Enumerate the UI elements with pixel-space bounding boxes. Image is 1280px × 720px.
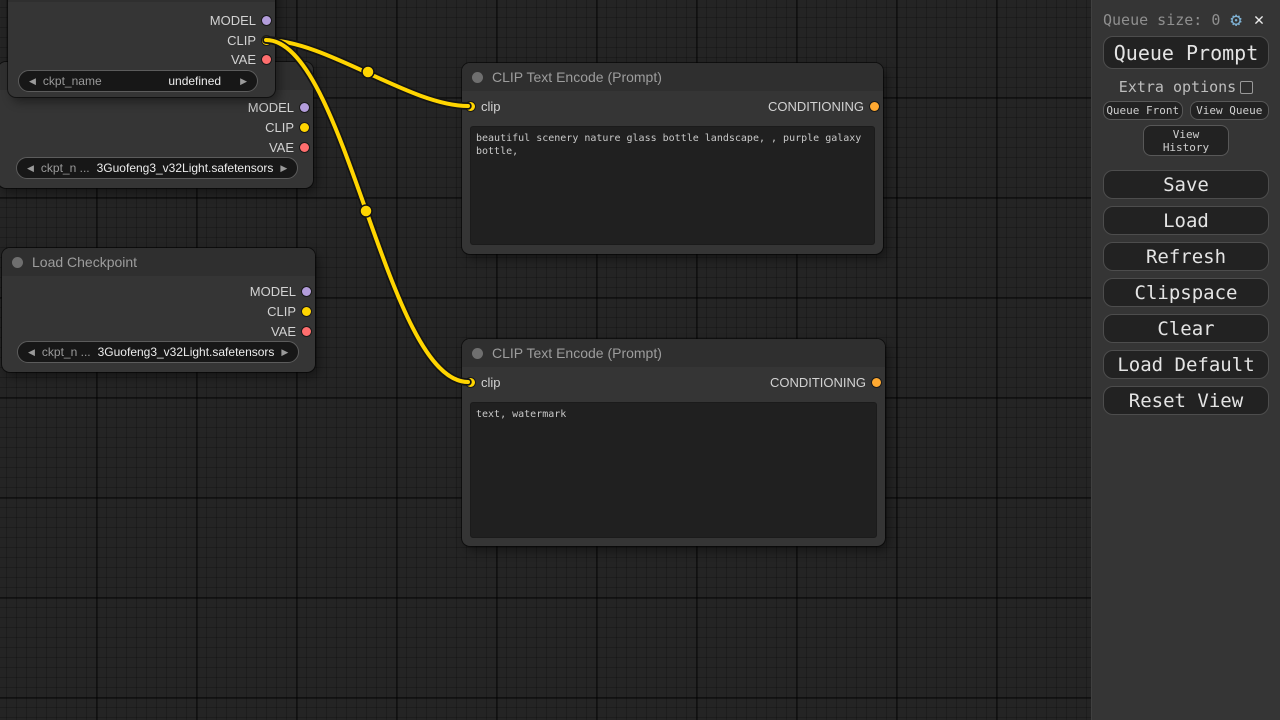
model-slot-dot[interactable]	[300, 103, 309, 112]
slot-label: CLIP	[267, 304, 296, 319]
node-title-bar[interactable]: Load Checkpoint	[2, 248, 315, 276]
reset-view-button[interactable]: Reset View	[1103, 386, 1269, 415]
comfy-menu-panel: Queue size: 0 ⚙ ✕ Queue Prompt Extra opt…	[1091, 0, 1280, 720]
node-collapse-dot[interactable]	[472, 72, 483, 83]
widget-label: ckpt_name	[43, 74, 102, 88]
link-midpoint-dot	[360, 205, 372, 217]
positive-prompt-textarea[interactable]: beautiful scenery nature glass bottle la…	[470, 126, 875, 245]
widget-value: undefined	[109, 74, 233, 88]
save-button[interactable]: Save	[1103, 170, 1269, 199]
queue-front-button[interactable]: Queue Front	[1103, 101, 1183, 120]
clip-slot-dot[interactable]	[262, 36, 271, 45]
output-slot-clip[interactable]: CLIP	[265, 117, 309, 137]
output-slot-conditioning[interactable]: CONDITIONING	[770, 372, 881, 392]
node-clip-text-encode-negative[interactable]: CLIP Text Encode (Prompt) clip CONDITION…	[462, 339, 885, 546]
widget-label: ckpt_n ...	[42, 345, 91, 359]
slot-label: VAE	[271, 324, 296, 339]
vae-slot-dot[interactable]	[302, 327, 311, 336]
combo-right-arrow-icon[interactable]: ▶	[281, 348, 288, 357]
slot-label: CLIP	[227, 33, 256, 48]
comfyui-window: MODEL CLIP VAE ◀ ckpt_n ... 3Guofeng3_v3…	[0, 0, 1280, 720]
ckpt-name-combo-widget[interactable]: ◀ ckpt_name undefined ▶	[18, 70, 258, 92]
combo-left-arrow-icon[interactable]: ◀	[28, 348, 35, 357]
model-slot-dot[interactable]	[262, 16, 271, 25]
extra-options-label: Extra options	[1119, 78, 1236, 96]
output-slot-model[interactable]: MODEL	[248, 97, 309, 117]
view-history-line2: History	[1163, 141, 1209, 154]
slot-label: VAE	[269, 140, 294, 155]
node-graph-canvas[interactable]: MODEL CLIP VAE ◀ ckpt_n ... 3Guofeng3_v3…	[0, 0, 1091, 720]
node-collapse-dot[interactable]	[472, 348, 483, 359]
clip-slot-dot[interactable]	[302, 307, 311, 316]
node-load-checkpoint[interactable]: Load Checkpoint MODEL CLIP VAE ◀ ckpt_n	[2, 248, 315, 372]
queue-prompt-button[interactable]: Queue Prompt	[1103, 36, 1269, 69]
refresh-button[interactable]: Refresh	[1103, 242, 1269, 271]
slot-label: CONDITIONING	[768, 99, 864, 114]
node-checkpoint-loader-top[interactable]: MODEL CLIP VAE ◀ ckpt_name undefined ▶	[8, 0, 275, 97]
slot-label: MODEL	[250, 284, 296, 299]
node-title: CLIP Text Encode (Prompt)	[492, 69, 662, 85]
node-title: Load Checkpoint	[32, 254, 137, 270]
vae-slot-dot[interactable]	[262, 55, 271, 64]
slot-label: clip	[481, 375, 501, 390]
view-history-line1: View	[1173, 128, 1200, 141]
clip-slot-dot[interactable]	[300, 123, 309, 132]
slot-label: CLIP	[265, 120, 294, 135]
node-title-bar[interactable]: CLIP Text Encode (Prompt)	[462, 339, 885, 367]
slot-label: MODEL	[210, 13, 256, 28]
conditioning-slot-dot[interactable]	[872, 378, 881, 387]
combo-right-arrow-icon[interactable]: ▶	[240, 77, 247, 86]
node-collapse-dot[interactable]	[12, 257, 23, 268]
combo-right-arrow-icon[interactable]: ▶	[280, 164, 287, 173]
widget-value: 3Guofeng3_v32Light.safetensors	[97, 161, 274, 175]
extra-options-checkbox[interactable]	[1240, 81, 1253, 94]
output-slot-conditioning[interactable]: CONDITIONING	[768, 96, 879, 116]
close-icon[interactable]: ✕	[1254, 12, 1264, 29]
model-slot-dot[interactable]	[302, 287, 311, 296]
widget-label: ckpt_n ...	[41, 161, 90, 175]
slot-label: CONDITIONING	[770, 375, 866, 390]
link-midpoint-dot	[362, 66, 374, 78]
clip-input-dot[interactable]	[466, 378, 475, 387]
negative-prompt-textarea[interactable]: text, watermark	[470, 402, 877, 538]
combo-left-arrow-icon[interactable]: ◀	[27, 164, 34, 173]
output-slot-model[interactable]: MODEL	[210, 10, 271, 30]
output-slot-vae[interactable]: VAE	[231, 49, 271, 69]
node-title-bar[interactable]: CLIP Text Encode (Prompt)	[462, 63, 883, 91]
input-slot-clip[interactable]: clip	[466, 372, 501, 392]
clear-button[interactable]: Clear	[1103, 314, 1269, 343]
load-default-button[interactable]: Load Default	[1103, 350, 1269, 379]
load-button[interactable]: Load	[1103, 206, 1269, 235]
ckpt-name-combo-widget[interactable]: ◀ ckpt_n ... 3Guofeng3_v32Light.safetens…	[17, 341, 299, 363]
output-slot-vae[interactable]: VAE	[269, 137, 309, 157]
conditioning-slot-dot[interactable]	[870, 102, 879, 111]
clipspace-button[interactable]: Clipspace	[1103, 278, 1269, 307]
slot-label: MODEL	[248, 100, 294, 115]
node-title: CLIP Text Encode (Prompt)	[492, 345, 662, 361]
output-slot-clip[interactable]: CLIP	[227, 30, 271, 50]
clip-input-dot[interactable]	[466, 102, 475, 111]
view-queue-button[interactable]: View Queue	[1190, 101, 1270, 120]
queue-size-label: Queue size: 0	[1103, 11, 1220, 29]
output-slot-model[interactable]: MODEL	[250, 281, 311, 301]
input-slot-clip[interactable]: clip	[466, 96, 501, 116]
slot-label: VAE	[231, 52, 256, 67]
settings-gear-icon[interactable]: ⚙	[1230, 11, 1241, 30]
vae-slot-dot[interactable]	[300, 143, 309, 152]
combo-left-arrow-icon[interactable]: ◀	[29, 77, 36, 86]
ckpt-name-combo-widget[interactable]: ◀ ckpt_n ... 3Guofeng3_v32Light.safetens…	[16, 157, 298, 179]
view-history-button[interactable]: ViewHistory	[1143, 125, 1229, 156]
output-slot-clip[interactable]: CLIP	[267, 301, 311, 321]
output-slot-vae[interactable]: VAE	[271, 321, 311, 341]
widget-value: 3Guofeng3_v32Light.safetensors	[98, 345, 275, 359]
slot-label: clip	[481, 99, 501, 114]
node-clip-text-encode-positive[interactable]: CLIP Text Encode (Prompt) clip CONDITION…	[462, 63, 883, 254]
